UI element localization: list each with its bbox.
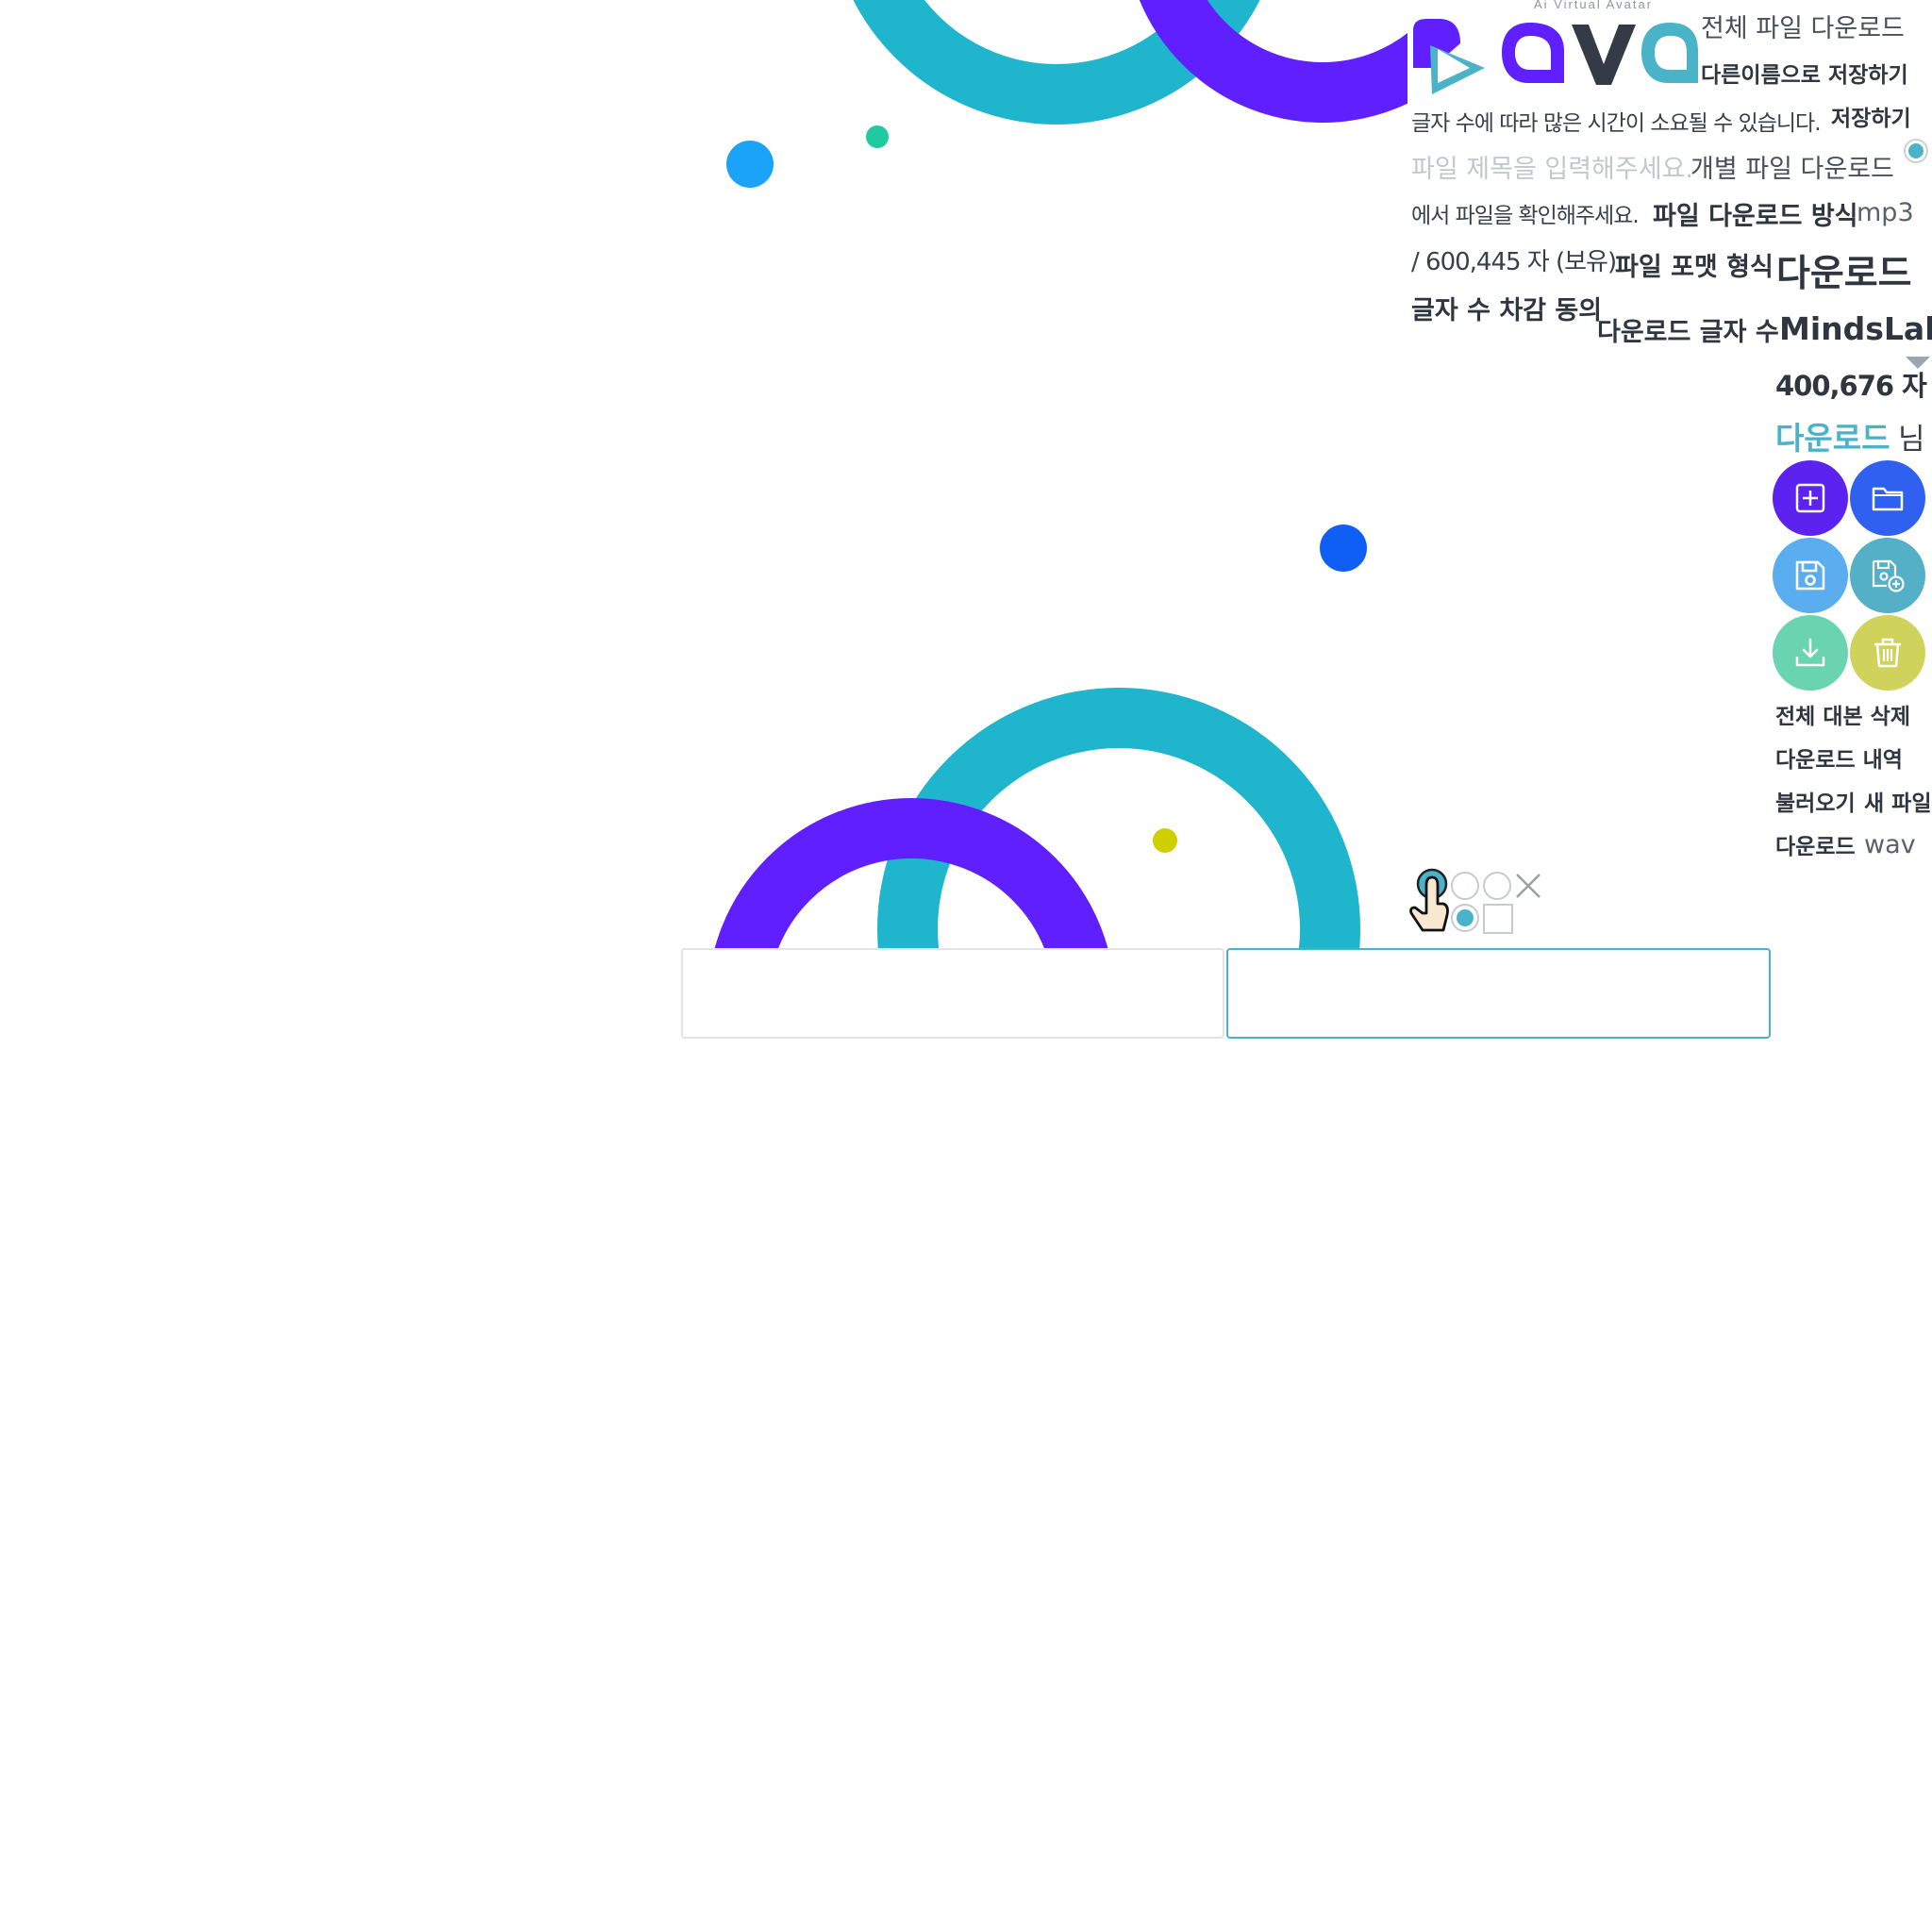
user-name: MindsLab [1779,310,1932,347]
download-accent-label[interactable]: 다운로드 [1775,413,1890,458]
logo-wordmark [1502,23,1698,85]
hand-pointer-icon [1409,868,1449,932]
logo-tagline: Ai Virtual Avatar [1534,0,1654,11]
plus-square-icon [1795,483,1825,513]
delete-all-script-label: 전체 대본 삭제 [1775,705,1910,729]
new-file-button[interactable] [1773,460,1848,536]
logo: Ai Virtual Avatar [1404,0,1706,94]
deduct-agree-label: 글자 수 차감 동의 [1411,296,1603,325]
honorific-label: 님 [1898,423,1925,457]
download-each-label: 개별 파일 다운로드 [1690,155,1894,184]
delete-button[interactable] [1850,615,1925,691]
royal-blue-dot [1320,525,1367,572]
floppy-plus-icon [1872,559,1905,592]
save-label: 저장하기 [1831,107,1911,131]
radio-checked[interactable] [1451,904,1479,932]
save-as-label: 다른이름으로 저장하기 [1701,63,1908,88]
file-title-input-focused[interactable] [1226,948,1771,1039]
title-placeholder: 파일 제목을 입력해주세요. [1411,155,1693,184]
radio-unchecked-2[interactable] [1483,872,1511,900]
download-char-count-label: 다운로드 글자 수 [1597,318,1779,347]
bottom-teal-ring [877,688,1360,948]
floppy-icon [1795,560,1825,591]
download-history-label: 다운로드 내역 [1775,748,1903,773]
blue-dot [726,141,774,188]
close-icon[interactable] [1514,872,1542,900]
yellow-dot [1153,828,1177,853]
logo-play-icon [1413,19,1485,94]
format-mp3-label: mp3 [1857,198,1914,227]
long-time-notice: 글자 수에 따라 많은 시간이 소요될 수 있습니다. [1411,111,1822,136]
download-title: 다운로드 [1776,253,1912,295]
file-title-input[interactable] [681,948,1224,1039]
save-button[interactable] [1773,538,1848,613]
char-count: 400,676 자 [1775,370,1927,402]
green-dot [866,125,889,148]
download-method-label: 파일 다운로드 방식 [1653,202,1858,231]
open-folder-button[interactable] [1850,460,1925,536]
load-label: 불러오기 [1775,791,1856,816]
radio-unchecked-1[interactable] [1451,872,1479,900]
save-as-button[interactable] [1850,538,1925,613]
download-icon [1795,638,1825,667]
file-format-label: 파일 포맷 형식 [1615,253,1774,282]
trash-icon [1874,638,1901,668]
check-file-in-text: 에서 파일을 확인해주세요. [1411,204,1640,228]
format-wav-label: wav [1864,830,1916,859]
download-small-label: 다운로드 [1775,835,1856,859]
owned-chars-text: / 600,445 자 (보유) [1411,248,1617,276]
download-all-label: 전체 파일 다운로드 [1701,14,1905,43]
new-file-label: 새 파일 [1864,791,1932,816]
checkbox-unchecked[interactable] [1483,904,1513,934]
radio-selected-icon[interactable] [1904,139,1928,163]
download-button[interactable] [1773,615,1848,691]
folder-icon [1872,487,1904,511]
